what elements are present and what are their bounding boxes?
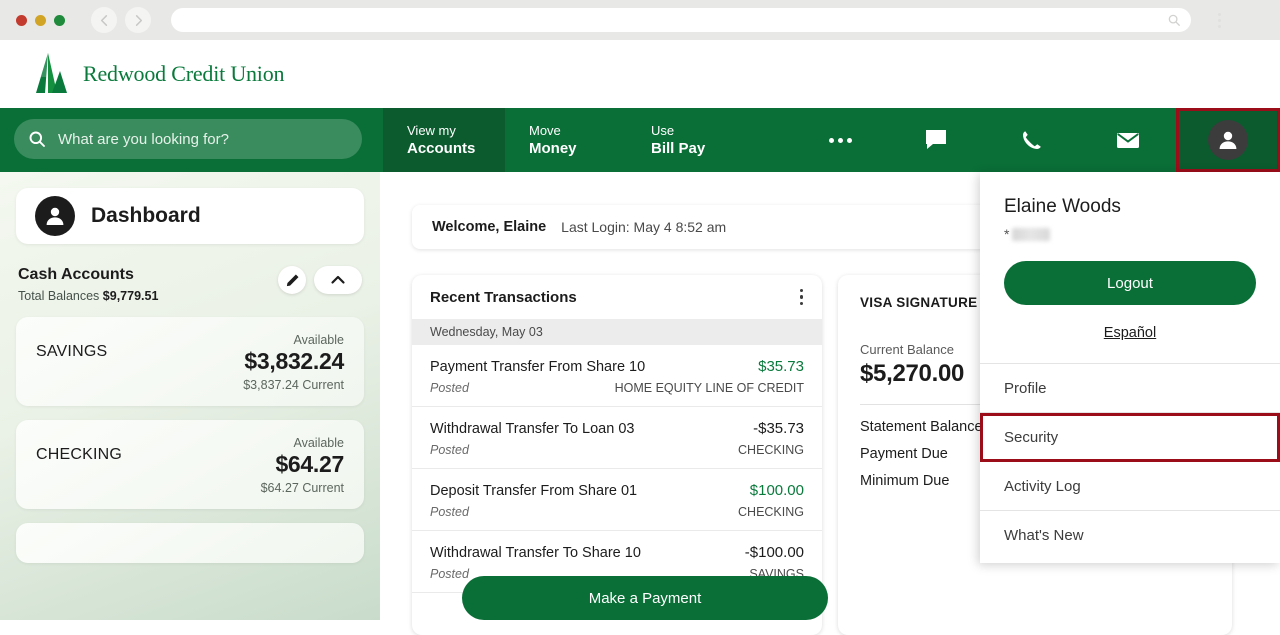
transaction-status: Posted [430,443,469,457]
total-balances-value: $9,779.51 [103,289,159,303]
transaction-description: Withdrawal Transfer To Loan 03 [430,421,634,437]
nav-tab-move-money[interactable]: Move Money [505,108,627,172]
phone-icon[interactable] [984,108,1080,172]
nav-tab-line1: Use [651,122,725,139]
account-card-checking[interactable]: CHECKING Available $64.27 $64.27 Current [16,420,364,509]
nav-icon-group [792,108,1280,172]
transaction-account: HOME EQUITY LINE OF CREDIT [615,381,804,395]
transaction-amount: -$100.00 [745,544,804,561]
nav-tab-view-my-accounts[interactable]: View my Accounts [383,108,505,172]
primary-navigation-bar: View my Accounts Move Money Use Bill Pay [0,108,1280,172]
total-balances: Total Balances $9,779.51 [18,289,158,303]
available-label: Available [261,436,344,450]
nav-tab-line2: Accounts [407,139,481,158]
close-window-button[interactable] [16,15,27,26]
espanol-language-link[interactable]: Español [980,325,1280,341]
transaction-description: Withdrawal Transfer To Share 10 [430,545,641,561]
profile-menu-button[interactable] [1176,108,1280,172]
last-login-text: Last Login: May 4 8:52 am [561,219,726,235]
site-header: Redwood Credit Union [0,40,1280,108]
redacted-account-digits [1012,228,1050,241]
nav-tab-line1: Move [529,122,603,139]
mail-icon[interactable] [1080,108,1176,172]
transaction-amount: -$35.73 [753,420,804,437]
kebab-menu-icon[interactable] [796,285,808,310]
current-balance: $3,837.24 Current [243,378,344,392]
forward-arrow-icon[interactable] [125,7,151,33]
nav-tab-bill-pay[interactable]: Use Bill Pay [627,108,749,172]
more-options-icon[interactable] [792,108,888,172]
profile-avatar-icon [1208,120,1248,160]
transaction-amount: $100.00 [750,482,804,499]
search-icon [28,130,46,148]
nav-tab-line1: View my [407,122,481,139]
available-amount: $3,832.24 [243,348,344,375]
url-address-bar[interactable] [171,8,1191,32]
cash-accounts-header: Cash Accounts Total Balances $9,779.51 [18,266,362,303]
profile-user-name: Elaine Woods [980,172,1280,218]
accounts-sidebar: Dashboard Cash Accounts Total Balances $… [0,172,380,620]
brand-name: Redwood Credit Union [83,61,284,87]
total-balances-label: Total Balances [18,289,99,303]
transaction-status: Posted [430,567,469,581]
search-icon [1167,13,1181,27]
panel-title: Recent Transactions [430,289,577,306]
browser-nav-arrows [91,7,151,33]
profile-menu-item-security[interactable]: Security [980,413,1280,462]
profile-menu-item-profile[interactable]: Profile [980,364,1280,413]
profile-menu-list: Profile Security Activity Log What's New [980,363,1280,560]
chat-icon[interactable] [888,108,984,172]
available-label: Available [243,333,344,347]
transaction-amount: $35.73 [758,358,804,375]
available-amount: $64.27 [261,451,344,478]
dashboard-label: Dashboard [91,204,201,228]
masked-account-number: * [980,218,1280,242]
nav-tab-list: View my Accounts Move Money Use Bill Pay [383,108,749,172]
account-card-next[interactable] [16,523,364,563]
transaction-description: Deposit Transfer From Share 01 [430,483,637,499]
pencil-edit-icon[interactable] [278,266,306,294]
account-card-savings[interactable]: SAVINGS Available $3,832.24 $3,837.24 Cu… [16,317,364,406]
browser-menu-icon[interactable] [1209,7,1229,33]
user-avatar-icon [35,196,75,236]
account-balances: Available $64.27 $64.27 Current [261,436,344,495]
account-name: CHECKING [36,436,122,464]
transaction-description: Payment Transfer From Share 10 [430,359,645,375]
cash-accounts-title: Cash Accounts [18,266,158,284]
redwood-tree-logo [34,51,72,97]
table-row[interactable]: Payment Transfer From Share 10 $35.73 Po… [412,345,822,407]
logout-button[interactable]: Logout [1004,261,1256,305]
dashboard-card[interactable]: Dashboard [16,188,364,244]
current-balance: $64.27 Current [261,481,344,495]
transaction-status: Posted [430,381,469,395]
browser-toolbar [0,0,1280,40]
table-row[interactable]: Deposit Transfer From Share 01 $100.00 P… [412,469,822,531]
search-input[interactable] [58,131,338,148]
make-a-payment-button[interactable]: Make a Payment [462,576,828,620]
account-balances: Available $3,832.24 $3,837.24 Current [243,333,344,392]
recent-transactions-header: Recent Transactions [412,275,822,319]
profile-dropdown-menu: Elaine Woods * Logout Español Profile Se… [980,172,1280,563]
account-name: SAVINGS [36,333,107,361]
mask-prefix: * [1004,226,1009,242]
window-traffic-lights [16,15,65,26]
profile-menu-item-activity-log[interactable]: Activity Log [980,462,1280,511]
nav-tab-line2: Bill Pay [651,139,725,158]
cash-accounts-actions [278,266,362,294]
transaction-date-group: Wednesday, May 03 [412,319,822,345]
welcome-greeting: Welcome, Elaine [432,219,546,235]
chevron-up-icon[interactable] [314,266,362,294]
back-arrow-icon[interactable] [91,7,117,33]
nav-tab-line2: Money [529,139,603,158]
profile-menu-item-whats-new[interactable]: What's New [980,511,1280,560]
maximize-window-button[interactable] [54,15,65,26]
transaction-account: CHECKING [738,443,804,457]
table-row[interactable]: Withdrawal Transfer To Loan 03 -$35.73 P… [412,407,822,469]
brand-logo-link[interactable]: Redwood Credit Union [34,51,284,97]
minimize-window-button[interactable] [35,15,46,26]
transaction-account: CHECKING [738,505,804,519]
site-search[interactable] [14,119,362,159]
transaction-status: Posted [430,505,469,519]
